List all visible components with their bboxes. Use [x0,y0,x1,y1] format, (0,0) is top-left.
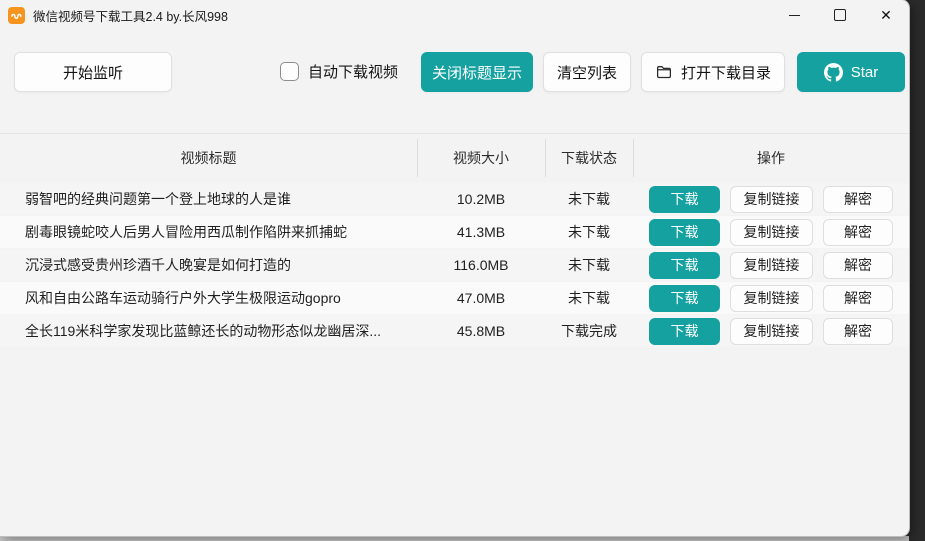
column-divider [417,139,418,177]
header-download-status: 下载状态 [561,150,617,166]
decrypt-button[interactable]: 解密 [823,317,893,345]
copy-link-button[interactable]: 复制链接 [730,185,813,213]
copy-link-button[interactable]: 复制链接 [730,218,813,246]
row-actions: 下载 复制链接 解密 [633,282,909,314]
app-icon [8,6,25,24]
video-title-cell: 风和自由公路车运动骑行户外大学生极限运动gopro [25,290,341,306]
video-title-cell: 沉浸式感受贵州珍酒千人晚宴是如何打造的 [25,257,291,273]
clear-list-button[interactable]: 清空列表 [543,52,631,92]
close-button[interactable]: ✕ [863,0,909,30]
row-actions: 下载 复制链接 解密 [633,315,909,347]
column-divider [545,139,546,177]
download-button[interactable]: 下载 [649,185,720,213]
clear-list-label: 清空列表 [556,64,617,82]
header-video-title: 视频标题 [180,150,237,166]
row-actions: 下载 复制链接 解密 [633,249,909,281]
window-controls: ✕ [771,0,909,30]
maximize-icon [834,9,846,21]
download-status-cell: 下载完成 [561,323,617,339]
start-listen-button[interactable]: 开始监听 [14,52,172,92]
table-header: 视频标题 视频大小 下载状态 操作 [0,134,909,182]
desktop-background [0,536,909,541]
app-window: 微信视频号下载工具2.4 by.长风998 ✕ 开始监听 自动下载视频 关闭标题… [0,0,909,536]
checkbox-unchecked-icon[interactable] [280,62,299,81]
minimize-button[interactable] [771,0,817,30]
video-title-cell: 全长119米科学家发现比蓝鲸还长的动物形态似龙幽居深... [25,323,381,339]
close-title-display-button[interactable]: 关闭标题显示 [421,52,533,92]
titlebar: 微信视频号下载工具2.4 by.长风998 ✕ [0,0,909,30]
table-row: 剧毒眼镜蛇咬人后男人冒险用西瓜制作陷阱来抓捕蛇 41.3MB 未下载 下载 复制… [0,216,909,248]
row-actions: 下载 复制链接 解密 [633,183,909,215]
decrypt-button[interactable]: 解密 [823,218,893,246]
download-button[interactable]: 下载 [649,251,720,279]
table-row: 全长119米科学家发现比蓝鲸还长的动物形态似龙幽居深... 45.8MB 下载完… [0,315,909,347]
minimize-icon [788,14,800,16]
download-status-cell: 未下载 [568,224,610,240]
github-star-label: Star [850,63,879,81]
column-divider [633,139,634,177]
download-button[interactable]: 下载 [649,218,720,246]
window-title: 微信视频号下载工具2.4 by.长风998 [33,9,228,24]
table-row: 风和自由公路车运动骑行户外大学生极限运动gopro 47.0MB 未下载 下载 … [0,282,909,314]
download-status-cell: 未下载 [568,191,610,207]
decrypt-button[interactable]: 解密 [823,284,893,312]
video-size-cell: 41.3MB [456,224,506,240]
copy-link-button[interactable]: 复制链接 [730,317,813,345]
start-listen-label: 开始监听 [62,64,123,82]
download-button[interactable]: 下载 [649,317,720,345]
video-title-cell: 剧毒眼镜蛇咬人后男人冒险用西瓜制作陷阱来抓捕蛇 [25,224,347,240]
close-icon: ✕ [880,7,892,23]
table-body: 弱智吧的经典问题第一个登上地球的人是谁 10.2MB 未下载 下载 复制链接 解… [0,183,909,348]
open-download-dir-button[interactable]: 打开下载目录 [641,52,785,92]
video-title-cell: 弱智吧的经典问题第一个登上地球的人是谁 [25,191,291,207]
header-video-size: 视频大小 [453,150,509,166]
copy-link-button[interactable]: 复制链接 [730,251,813,279]
video-size-cell: 47.0MB [456,290,506,306]
video-size-cell: 10.2MB [456,191,506,207]
auto-download-checkbox-group[interactable]: 自动下载视频 [280,61,398,82]
github-star-button[interactable]: Star [797,52,905,92]
video-size-cell: 116.0MB [453,257,509,273]
download-button[interactable]: 下载 [649,284,720,312]
close-title-display-label: 关闭标题显示 [431,64,522,82]
auto-download-label: 自动下载视频 [308,64,399,81]
decrypt-button[interactable]: 解密 [823,185,893,213]
copy-link-button[interactable]: 复制链接 [730,284,813,312]
download-status-cell: 未下载 [568,257,610,273]
table-row: 沉浸式感受贵州珍酒千人晚宴是如何打造的 116.0MB 未下载 下载 复制链接 … [0,249,909,281]
header-actions: 操作 [757,150,785,166]
download-status-cell: 未下载 [568,290,610,306]
wechat-channels-icon [11,13,22,19]
open-download-dir-label: 打开下载目录 [680,64,771,82]
video-size-cell: 45.8MB [456,323,506,339]
folder-icon [656,66,671,79]
row-actions: 下载 复制链接 解密 [633,216,909,248]
github-icon [823,62,843,82]
maximize-button[interactable] [817,0,863,30]
table-row: 弱智吧的经典问题第一个登上地球的人是谁 10.2MB 未下载 下载 复制链接 解… [0,183,909,215]
decrypt-button[interactable]: 解密 [823,251,893,279]
